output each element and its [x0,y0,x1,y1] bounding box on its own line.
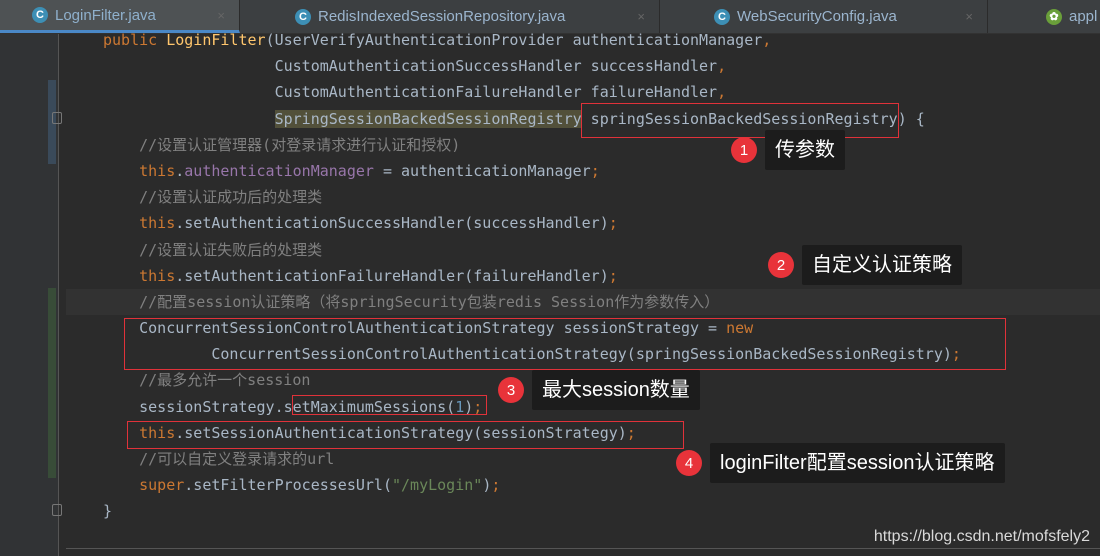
java-class-icon: C [32,7,48,23]
tab-label: RedisIndexedSessionRepository.java [318,8,566,25]
java-class-icon: C [714,8,730,25]
annotation-label: loginFilter配置session认证策略 [710,443,1005,483]
watermark: https://blog.csdn.net/mofsfely2 [873,528,1090,545]
code-line[interactable]: this.setAuthenticationSuccessHandler(suc… [66,210,1100,236]
annotation-3: 3 最大session数量 [498,370,700,410]
code-token: this [103,214,176,233]
code-token: this [103,161,176,180]
code-token: //可以自定义登录请求的url [103,450,335,468]
editor-gutter [0,34,62,556]
code-line[interactable]: CustomAuthenticationSuccessHandler succe… [66,53,1100,79]
code-token: (UserVerifyAuthenticationProvider authen… [265,31,763,49]
fold-icon[interactable] [52,504,62,516]
code-token: //最多允许一个session [103,371,311,390]
code-line[interactable]: CustomAuthenticationFailureHandler failu… [66,79,1100,105]
code-token: , [717,57,727,76]
close-tab-icon[interactable]: × [637,9,645,24]
code-token: "/myLogin" [392,476,483,495]
code-token: , [717,83,727,102]
annotation-2: 2 自定义认证策略 [768,245,962,285]
code-line[interactable]: this.authenticationManager = authenticat… [66,158,1100,184]
annotation-label: 最大session数量 [532,370,700,410]
annotation-number: 3 [498,377,524,403]
code-token: = authenticationManager [373,161,591,180]
spring-config-icon: ✿ [1046,8,1062,25]
code-line[interactable]: //设置认证成功后的处理类 [66,184,1100,210]
tab-label: LoginFilter.java [55,6,156,24]
annotation-label: 传参数 [765,130,845,170]
code-token: //设置认证失败后的处理类 [103,240,323,259]
divider [66,548,1100,549]
tab-label: WebSecurityConfig.java [737,8,897,25]
highlight-box-4 [127,421,684,449]
code-token: , [762,31,772,49]
code-token: ; [491,476,501,495]
annotation-4: 4 loginFilter配置session认证策略 [676,443,1005,483]
code-token: //设置认证成功后的处理类 [103,188,323,207]
annotation-number: 2 [768,252,794,278]
code-token: . [175,161,185,180]
code-line[interactable]: //配置session认证策略（将springSecurity包装redis S… [66,288,1100,316]
code-line[interactable]: } [66,498,1100,524]
code-token: ) [482,476,492,495]
code-token: LoginFilter [166,31,266,49]
annotation-1: 1 传参数 [731,130,845,170]
highlight-box-2 [124,318,1006,370]
code-token: //设置认证管理器(对登录请求进行认证和授权) [103,135,461,154]
code-token: SpringSessionBackedSessionRegistry [274,109,582,128]
code-token: ; [608,214,618,233]
change-marker [48,288,56,478]
code-token: CustomAuthenticationFailureHandler failu… [103,83,718,102]
annotation-number: 1 [731,137,757,163]
annotation-number: 4 [676,450,702,476]
code-token: } [103,502,113,521]
code-line[interactable]: public LoginFilter(UserVerifyAuthenticat… [66,27,1100,53]
code-token: public [103,31,167,49]
code-token: authenticationManager [184,161,374,180]
code-token: this [103,266,176,285]
code-token: .setAuthenticationFailureHandler(failure… [175,266,609,285]
code-token: .setAuthenticationSuccessHandler(success… [175,214,609,233]
code-token: CustomAuthenticationSuccessHandler succe… [103,57,718,76]
tab-label: appl [1069,8,1098,25]
annotation-label: 自定义认证策略 [802,245,962,285]
highlight-box-3 [292,395,487,415]
code-token: //配置session认证策略（将springSecurity包装redis S… [103,292,720,311]
close-tab-icon[interactable]: × [965,9,973,24]
code-token: super [103,476,185,495]
code-token: ; [608,266,618,285]
java-class-icon: C [295,8,311,25]
code-token: ; [590,161,600,180]
close-tab-icon[interactable]: × [217,8,225,23]
fold-icon[interactable] [52,112,62,124]
code-token: .setFilterProcessesUrl( [184,476,392,495]
